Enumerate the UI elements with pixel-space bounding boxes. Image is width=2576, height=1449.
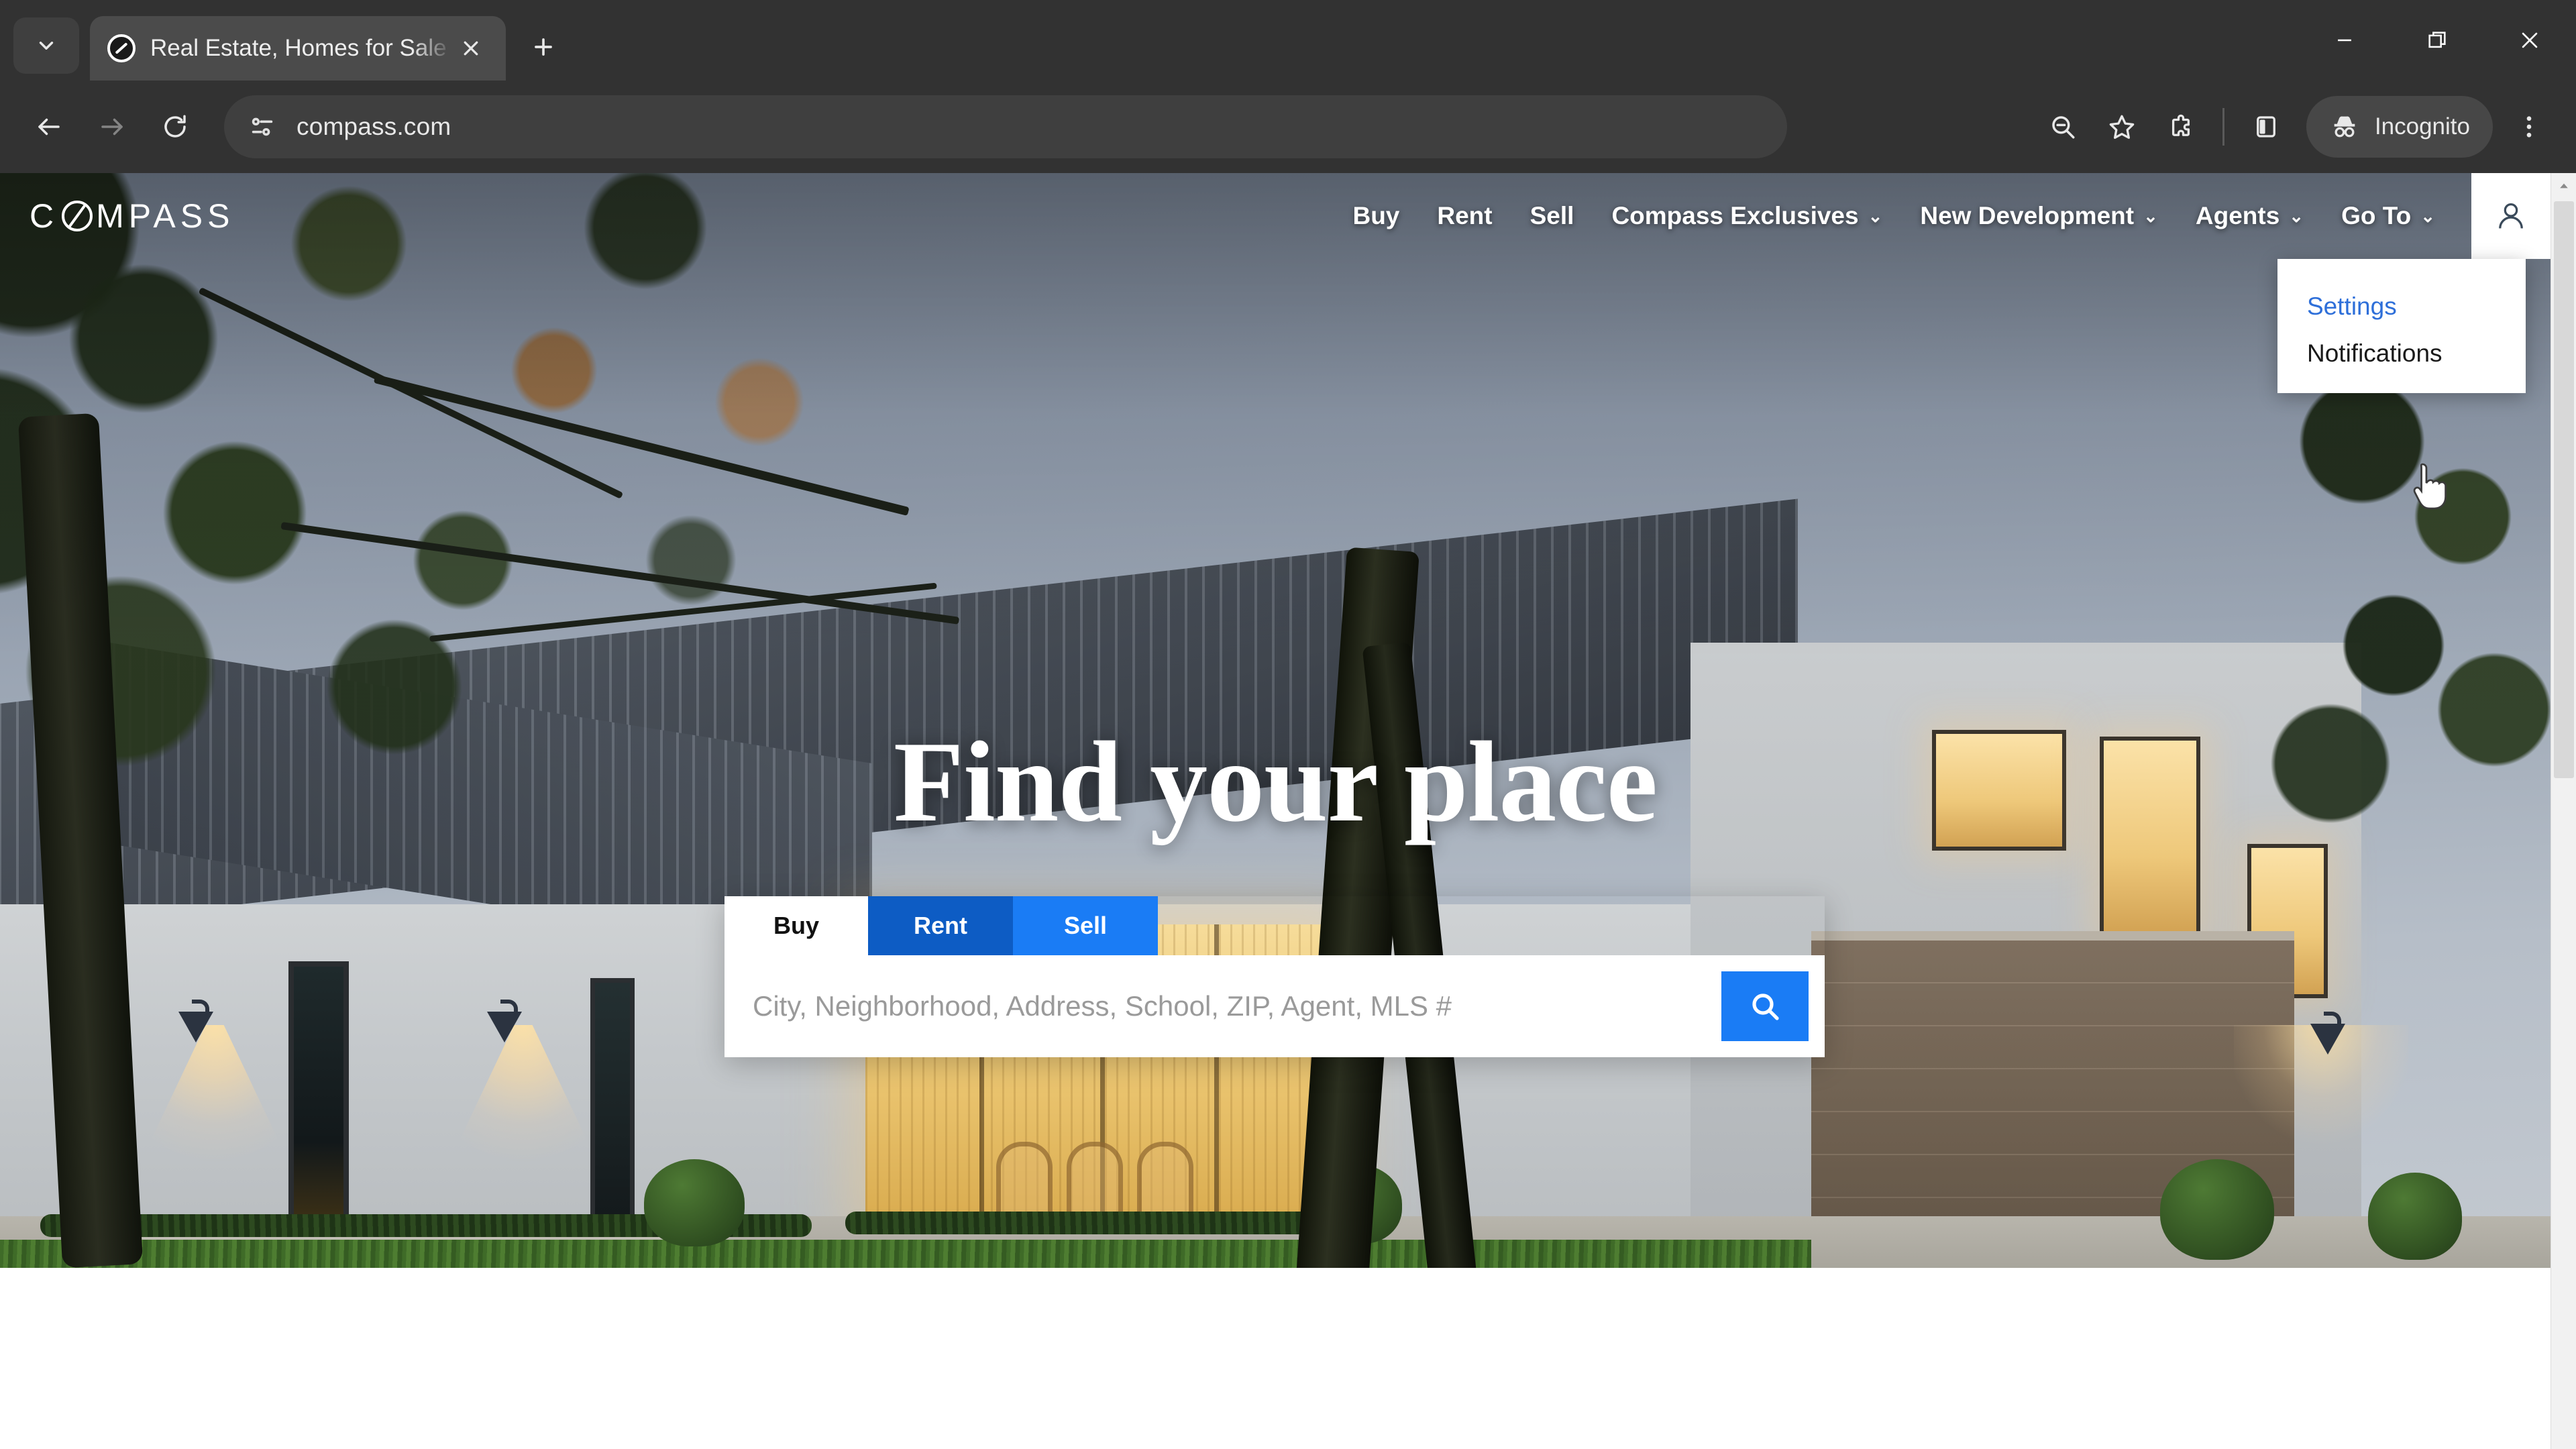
toolbar-divider — [2222, 108, 2224, 146]
side-panel-icon[interactable] — [2237, 97, 2296, 156]
nav-item-sell[interactable]: Sell — [1511, 202, 1593, 230]
compass-logo[interactable]: C MPASS — [30, 197, 234, 235]
chevron-down-icon: ⌄ — [2420, 205, 2435, 226]
menu-item-notifications[interactable]: Notifications — [2277, 330, 2526, 377]
nav-label: Rent — [1437, 202, 1493, 229]
site-info-icon[interactable] — [247, 111, 278, 142]
mouse-cursor-pointer — [2413, 463, 2447, 510]
hero-headline: Find your place — [893, 718, 1658, 846]
menu-item-settings[interactable]: Settings — [2277, 283, 2526, 330]
address-bar[interactable]: compass.com — [224, 95, 1787, 158]
chevron-down-icon: ⌄ — [1868, 205, 1883, 226]
compass-needle-icon — [62, 201, 93, 231]
brand-text-after: MPASS — [96, 197, 235, 235]
compass-favicon — [107, 34, 136, 62]
scroll-up-icon[interactable] — [2551, 173, 2576, 199]
browser-toolbar: compass.com Incognito — [0, 80, 2576, 173]
search-tab-sell[interactable]: Sell — [1013, 896, 1158, 955]
nav-item-compass-exclusives[interactable]: Compass Exclusives ⌄ — [1593, 202, 1901, 230]
nav-item-new-development[interactable]: New Development ⌄ — [1901, 202, 2177, 230]
nav-links: Buy Rent Sell Compass Exclusives ⌄ New De… — [1334, 173, 2551, 259]
nav-label: New Development — [1920, 202, 2135, 229]
search-tab-buy[interactable]: Buy — [724, 896, 868, 955]
nav-label: Sell — [1529, 202, 1574, 229]
nav-label: Compass Exclusives — [1611, 202, 1859, 229]
tab-strip: Real Estate, Homes for Sale & A — [0, 0, 2576, 80]
hero-search-widget: Buy Rent Sell City, Neighborhood, Addres… — [724, 896, 1825, 1057]
incognito-indicator[interactable]: Incognito — [2306, 96, 2493, 158]
window-controls — [2298, 0, 2576, 80]
tab-title: Real Estate, Homes for Sale & A — [150, 35, 453, 61]
minimize-icon[interactable] — [2298, 0, 2391, 80]
zoom-out-icon[interactable] — [2033, 97, 2092, 156]
brand-text-before: C — [30, 197, 59, 235]
close-window-icon[interactable] — [2483, 0, 2576, 80]
nav-label: Go To — [2341, 202, 2412, 229]
search-submit-button[interactable] — [1721, 971, 1809, 1041]
toolbar-actions: Incognito — [2033, 96, 2559, 158]
browser-tab[interactable]: Real Estate, Homes for Sale & A — [90, 16, 506, 80]
nav-label: Agents — [2195, 202, 2280, 229]
page-scrollbar[interactable] — [2551, 173, 2576, 1449]
address-bar-url: compass.com — [297, 113, 451, 140]
nav-item-agents[interactable]: Agents ⌄ — [2177, 202, 2322, 230]
back-icon[interactable] — [17, 95, 80, 158]
forward-icon[interactable] — [80, 95, 144, 158]
account-button[interactable] — [2471, 173, 2551, 259]
nav-item-go-to[interactable]: Go To ⌄ — [2322, 202, 2454, 230]
search-input-row: City, Neighborhood, Address, School, ZIP… — [724, 955, 1825, 1057]
chrome-menu-icon[interactable] — [2500, 97, 2559, 156]
chevron-down-icon: ⌄ — [2143, 205, 2158, 226]
reload-icon[interactable] — [144, 95, 207, 158]
new-tab-button[interactable] — [518, 21, 569, 72]
maximize-icon[interactable] — [2391, 0, 2483, 80]
account-dropdown-menu: Settings Notifications — [2277, 259, 2526, 393]
chevron-down-icon: ⌄ — [2289, 205, 2304, 226]
close-tab-icon[interactable] — [453, 31, 488, 66]
extensions-icon[interactable] — [2151, 97, 2210, 156]
bookmark-star-icon[interactable] — [2092, 97, 2151, 156]
site-navigation: C MPASS Buy Rent Sell Compass Exclusives ⌄… — [0, 173, 2551, 259]
nav-item-rent[interactable]: Rent — [1418, 202, 1511, 230]
scrollbar-thumb[interactable] — [2554, 201, 2574, 778]
browser-window: Real Estate, Homes for Sale & A — [0, 0, 2576, 1449]
page-viewport: C MPASS Buy Rent Sell Compass Exclusives ⌄… — [0, 173, 2576, 1449]
search-input[interactable]: City, Neighborhood, Address, School, ZIP… — [753, 990, 1721, 1022]
nav-label: Buy — [1352, 202, 1400, 229]
incognito-label: Incognito — [2374, 113, 2470, 140]
search-tabs: Buy Rent Sell — [724, 896, 1825, 955]
nav-item-buy[interactable]: Buy — [1334, 202, 1418, 230]
search-tab-rent[interactable]: Rent — [868, 896, 1013, 955]
search-tabs-button[interactable] — [13, 17, 79, 74]
